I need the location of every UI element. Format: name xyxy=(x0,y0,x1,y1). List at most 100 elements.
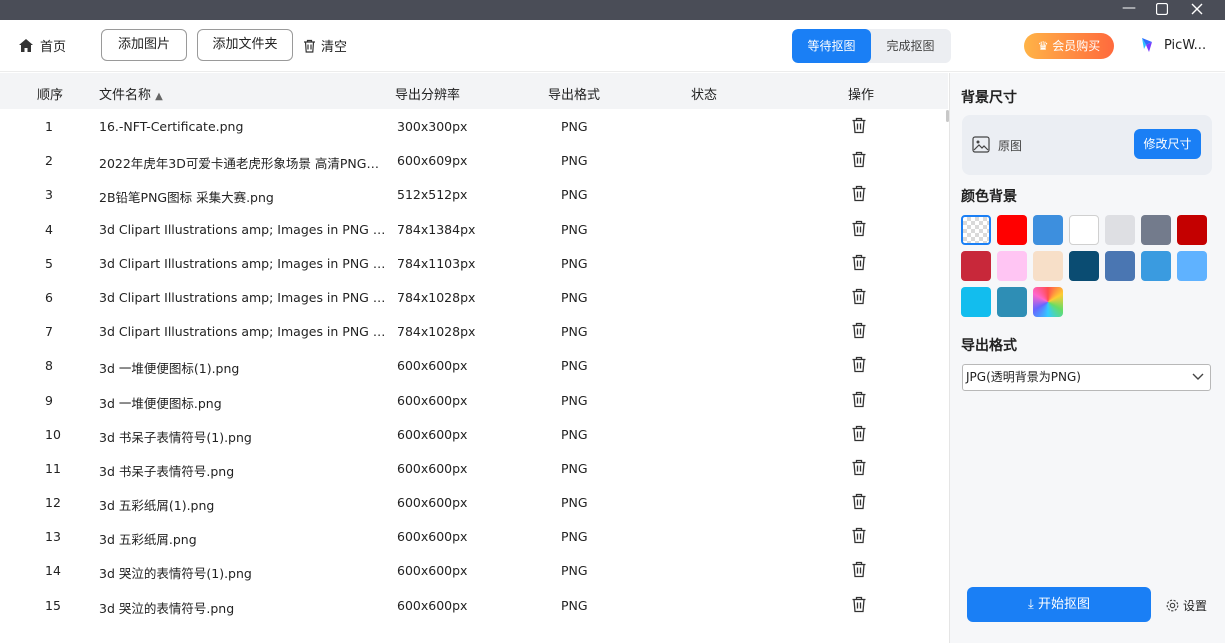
window-titlebar: — xyxy=(0,0,1225,20)
table-row[interactable]: 10 3d 书呆子表情符号(1).png 600x600px PNG xyxy=(0,417,948,451)
swatch-color[interactable] xyxy=(997,251,1027,281)
table-row[interactable]: 3 2B铅笔PNG图标 采集大赛.png 512x512px PNG xyxy=(0,177,948,211)
row-format: PNG xyxy=(561,426,588,442)
delete-icon[interactable] xyxy=(851,356,867,373)
start-cutout-button[interactable]: ⤓ 开始抠图 xyxy=(967,587,1151,622)
header-resolution: 导出分辨率 xyxy=(395,88,461,103)
home-button[interactable]: 首页 xyxy=(18,36,66,55)
table-row[interactable]: 15 3d 哭泣的表情符号.png 600x600px PNG xyxy=(0,588,948,622)
swatch-color[interactable] xyxy=(1069,215,1099,245)
delete-icon[interactable] xyxy=(851,493,867,510)
vip-label: 会员购买 xyxy=(1052,39,1101,53)
row-filename: 3d 书呆子表情符号(1).png xyxy=(99,429,252,445)
delete-icon[interactable] xyxy=(851,391,867,408)
tab-switcher: 等待抠图 完成抠图 xyxy=(792,29,951,63)
home-icon xyxy=(19,39,33,52)
start-label: 开始抠图 xyxy=(1037,597,1090,612)
row-format: PNG xyxy=(561,255,588,271)
row-filename: 3d 五彩纸屑(1).png xyxy=(99,498,215,514)
row-order: 12 xyxy=(45,495,61,511)
close-icon[interactable] xyxy=(1182,0,1212,20)
header-order: 顺序 xyxy=(37,88,64,103)
delete-icon[interactable] xyxy=(851,151,867,168)
settings-button[interactable]: 设置 xyxy=(1166,597,1207,614)
swatch-color[interactable] xyxy=(1141,215,1171,245)
delete-icon[interactable] xyxy=(851,527,867,544)
swatch-color[interactable] xyxy=(961,251,991,281)
user-menu[interactable]: PicW... xyxy=(1138,36,1206,54)
swatch-color[interactable] xyxy=(997,215,1027,245)
delete-icon[interactable] xyxy=(851,254,867,271)
settings-panel: 背景尺寸 原图 修改尺寸 颜色背景 导出格式 JPG(透明背景为PNG) ⤓ 开… xyxy=(950,73,1225,643)
swatch-gradient[interactable] xyxy=(1033,287,1063,317)
delete-icon[interactable] xyxy=(851,322,867,339)
delete-icon[interactable] xyxy=(851,220,867,237)
modify-size-button[interactable]: 修改尺寸 xyxy=(1134,129,1201,159)
table-row[interactable]: 9 3d 一堆便便图标.png 600x600px PNG xyxy=(0,383,948,417)
file-table-body: 1 16.-NFT-Certificate.png 300x300px PNG … xyxy=(0,109,948,622)
sort-icon[interactable]: ▲︎ xyxy=(155,91,163,102)
swatch-transparent[interactable] xyxy=(961,215,991,245)
row-order: 7 xyxy=(45,324,53,340)
row-resolution: 784x1384px xyxy=(397,221,476,237)
add-folder-button[interactable]: 添加文件夹 xyxy=(197,29,293,61)
row-resolution: 600x600px xyxy=(397,529,468,545)
table-row[interactable]: 14 3d 哭泣的表情符号(1).png 600x600px PNG xyxy=(0,553,948,587)
table-row[interactable]: 1 16.-NFT-Certificate.png 300x300px PNG xyxy=(0,109,948,143)
table-row[interactable]: 12 3d 五彩纸屑(1).png 600x600px PNG xyxy=(0,485,948,519)
delete-icon[interactable] xyxy=(851,117,867,134)
app-logo-icon xyxy=(1142,38,1152,52)
delete-icon[interactable] xyxy=(851,185,867,202)
download-icon: ⤓ xyxy=(1028,597,1034,612)
table-row[interactable]: 11 3d 书呆子表情符号.png 600x600px PNG xyxy=(0,451,948,485)
table-row[interactable]: 4 3d Clipart Illustrations amp; Images i… xyxy=(0,212,948,246)
maximize-icon[interactable] xyxy=(1147,0,1177,20)
table-row[interactable]: 13 3d 五彩纸屑.png 600x600px PNG xyxy=(0,519,948,553)
tab-done[interactable]: 完成抠图 xyxy=(871,29,950,63)
swatch-color[interactable] xyxy=(1141,251,1171,281)
table-row[interactable]: 5 3d Clipart Illustrations amp; Images i… xyxy=(0,246,948,280)
table-row[interactable]: 8 3d 一堆便便图标(1).png 600x600px PNG xyxy=(0,348,948,382)
swatch-color[interactable] xyxy=(1105,215,1135,245)
row-order: 9 xyxy=(45,392,53,408)
delete-icon[interactable] xyxy=(851,425,867,442)
bg-size-title: 背景尺寸 xyxy=(961,90,1017,106)
clear-button[interactable]: 清空 xyxy=(303,36,347,55)
row-resolution: 784x1103px xyxy=(397,255,476,271)
swatch-color[interactable] xyxy=(1069,251,1099,281)
swatch-color[interactable] xyxy=(1177,251,1207,281)
vip-purchase-button[interactable]: ♛ 会员购买 xyxy=(1024,33,1114,59)
table-row[interactable]: 7 3d Clipart Illustrations amp; Images i… xyxy=(0,314,948,348)
export-format-select[interactable]: JPG(透明背景为PNG) xyxy=(962,364,1211,391)
delete-icon[interactable] xyxy=(851,288,867,305)
header-action: 操作 xyxy=(848,88,875,103)
row-order: 1 xyxy=(45,119,53,134)
add-image-button[interactable]: 添加图片 xyxy=(101,29,187,61)
swatch-color[interactable] xyxy=(1105,251,1135,281)
row-resolution: 600x609px xyxy=(397,153,468,169)
row-order: 8 xyxy=(45,358,53,374)
row-format: PNG xyxy=(561,597,588,613)
swatch-color[interactable] xyxy=(1033,251,1063,281)
row-resolution: 600x600px xyxy=(397,426,468,442)
row-resolution: 784x1028px xyxy=(397,324,476,340)
delete-icon[interactable] xyxy=(851,459,867,476)
swatch-color[interactable] xyxy=(1177,215,1207,245)
table-row[interactable]: 2 2022年虎年3D可爱卡通老虎形象场景 高清PNG免抠... 600x609… xyxy=(0,143,948,177)
bg-size-box: 原图 修改尺寸 xyxy=(962,115,1212,175)
row-filename: 3d 一堆便便图标(1).png xyxy=(99,361,240,377)
row-resolution: 600x600px xyxy=(397,563,468,579)
minimize-icon[interactable]: — xyxy=(1114,0,1144,20)
table-row[interactable]: 6 3d Clipart Illustrations amp; Images i… xyxy=(0,280,948,314)
delete-icon[interactable] xyxy=(851,596,867,613)
swatch-color[interactable] xyxy=(997,287,1027,317)
row-resolution: 600x600px xyxy=(397,392,468,408)
delete-icon[interactable] xyxy=(851,561,867,578)
header-filename[interactable]: 文件名称 ▲︎ xyxy=(99,84,163,103)
tab-waiting[interactable]: 等待抠图 xyxy=(792,29,871,63)
swatch-color[interactable] xyxy=(1033,215,1063,245)
trash-icon xyxy=(304,39,315,53)
export-format-title: 导出格式 xyxy=(961,338,1017,354)
crown-icon: ♛ xyxy=(1037,39,1049,53)
swatch-color[interactable] xyxy=(961,287,991,317)
